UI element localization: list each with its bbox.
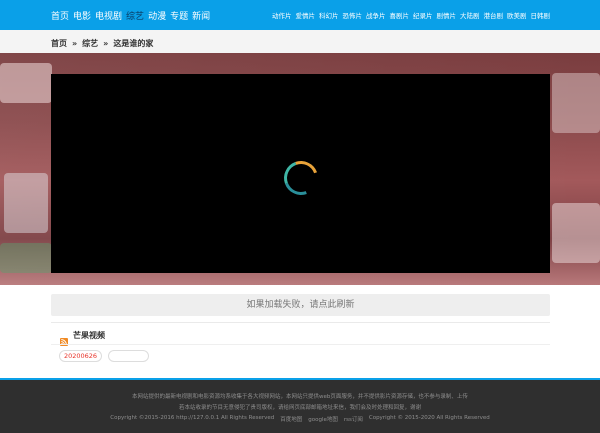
genre-item[interactable]: 爱情片 [296,10,316,20]
breadcrumb: 首页 » 综艺 » 这是谁的家 [51,36,153,50]
player-backdrop [0,53,600,285]
footer-links: Copyright ©2015-2016 http://127.0.0.1 Al… [0,415,600,423]
rss-icon [60,331,68,346]
backdrop-blur [552,203,600,263]
genre-item[interactable]: 战争片 [366,10,386,20]
genre-item[interactable]: 恐怖片 [343,10,363,20]
nav-item-anime[interactable]: 动漫 [148,9,166,22]
top-nav-bar: 首页 电影 电视剧 综艺 动漫 专题 新闻 动作片 爱情片 科幻片 恐怖片 战争… [0,0,600,30]
video-player[interactable] [51,74,550,273]
breadcrumb-home[interactable]: 首页 [51,38,67,49]
backdrop-blur [4,173,48,233]
reload-button[interactable]: 如果加载失败，请点此刷新 [51,294,550,316]
breadcrumb-category[interactable]: 综艺 [82,38,98,49]
nav-item-home[interactable]: 首页 [51,9,69,22]
backdrop-blur [0,63,52,103]
footer-copyright: Copyright ©2015-2016 http://127.0.0.1 Al… [110,415,275,421]
nav-item-movies[interactable]: 电影 [73,9,91,22]
genre-item[interactable]: 港台剧 [484,10,504,20]
loading-spinner-icon [278,155,324,201]
footer-link-rss[interactable]: rss订阅 [344,415,363,423]
genre-item[interactable]: 日韩剧 [531,10,551,20]
genre-item[interactable]: 动作片 [272,10,292,20]
genre-item[interactable]: 喜剧片 [390,10,410,20]
footer-copyright-2: Copyright © 2015-2020 All Rights Reserve… [368,415,490,421]
episode-button[interactable]: 20200626 [59,350,102,362]
genre-item[interactable]: 欧美剧 [507,10,527,20]
source-title: 芒果视频 [73,330,105,340]
footer: 本网站提供的最新电视剧和电影资源均系收集于各大视频网站，本网站只提供web页面服… [0,378,600,433]
genre-item[interactable]: 剧情片 [437,10,457,20]
episode-button[interactable] [108,350,149,362]
main-nav: 首页 电影 电视剧 综艺 动漫 专题 新闻 [51,0,210,30]
footer-copyright-notice: 若本站收录的节目无意侵犯了贵司版权，请给网页底部邮箱地址来信，我们会及时处理和回… [178,405,421,411]
backdrop-blur [0,243,52,273]
nav-item-news[interactable]: 新闻 [192,9,210,22]
backdrop-blur [552,73,600,133]
footer-disclaimer: 本网站提供的最新电视剧和电影资源均系收集于各大视频网站，本网站只提供web页面服… [132,394,468,400]
genre-item[interactable]: 大陆剧 [460,10,480,20]
genre-item[interactable]: 科幻片 [319,10,339,20]
nav-item-variety[interactable]: 综艺 [126,9,144,22]
nav-item-topics[interactable]: 专题 [170,9,188,22]
footer-link-google-map[interactable]: google地图 [308,415,338,423]
source-header: 芒果视频 [60,328,105,346]
footer-link-baidu-map[interactable]: 百度地图 [280,415,302,423]
breadcrumb-separator: » [103,38,109,48]
breadcrumb-current: 这是谁的家 [113,38,154,48]
nav-item-tv[interactable]: 电视剧 [95,9,122,22]
genre-item[interactable]: 纪录片 [413,10,433,20]
divider [51,344,550,345]
genre-nav: 动作片 爱情片 科幻片 恐怖片 战争片 喜剧片 纪录片 剧情片 大陆剧 港台剧 … [272,0,550,30]
source-panel: 芒果视频 20200626 [51,322,550,372]
breadcrumb-separator: » [72,38,78,48]
